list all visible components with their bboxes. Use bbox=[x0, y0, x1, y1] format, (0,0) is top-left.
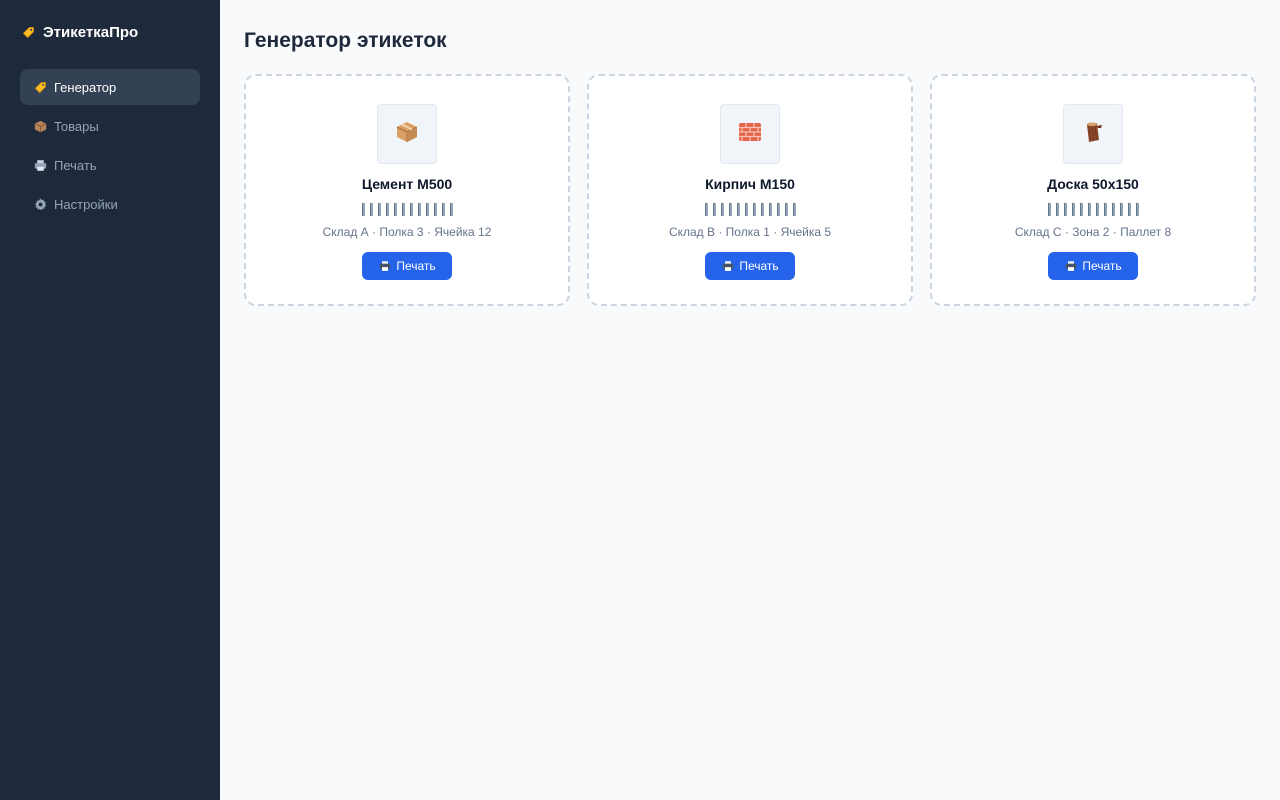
package-icon bbox=[395, 120, 419, 149]
product-thumbnail bbox=[1063, 104, 1123, 164]
printer-icon bbox=[722, 260, 734, 272]
sidebar-item-products[interactable]: Товары bbox=[20, 108, 200, 144]
app-brand[interactable]: ЭтикеткаПро bbox=[20, 20, 200, 44]
product-name: Кирпич М150 bbox=[705, 176, 795, 192]
print-button[interactable]: Печать bbox=[1048, 252, 1138, 280]
sidebar-nav: Генератор Товары Печать Настройки bbox=[20, 69, 200, 222]
gear-icon bbox=[34, 197, 47, 211]
print-button[interactable]: Печать bbox=[362, 252, 452, 280]
barcode bbox=[1047, 203, 1139, 216]
print-button[interactable]: Печать bbox=[705, 252, 795, 280]
printer-icon bbox=[34, 159, 47, 172]
print-button-label: Печать bbox=[739, 259, 779, 273]
tag-icon bbox=[34, 81, 47, 94]
printer-icon bbox=[379, 260, 391, 272]
sidebar-item-label: Генератор bbox=[54, 79, 117, 95]
storage-location: Склад B · Полка 1 · Ячейка 5 bbox=[668, 225, 832, 239]
sidebar: ЭтикеткаПро Генератор Товары Печать Наст… bbox=[0, 0, 220, 800]
product-thumbnail bbox=[377, 104, 437, 164]
main-content: Генератор этикеток Цемент М500 Склад А ·… bbox=[220, 0, 1280, 800]
wood-icon bbox=[1081, 120, 1105, 149]
storage-location: Склад А · Полка 3 · Ячейка 12 bbox=[322, 225, 492, 239]
product-name: Цемент М500 bbox=[361, 176, 453, 192]
print-button-label: Печать bbox=[1082, 259, 1122, 273]
sidebar-item-generator[interactable]: Генератор bbox=[20, 69, 200, 105]
app-name: ЭтикеткаПро bbox=[43, 23, 139, 41]
sidebar-item-label: Товары bbox=[54, 118, 99, 134]
box-icon bbox=[34, 120, 47, 133]
sidebar-item-label: Настройки bbox=[54, 196, 118, 212]
brick-icon bbox=[738, 120, 762, 149]
label-cards: Цемент М500 Склад А · Полка 3 · Ячейка 1… bbox=[244, 74, 1256, 306]
sidebar-item-label: Печать bbox=[54, 157, 97, 173]
sidebar-item-print[interactable]: Печать bbox=[20, 147, 200, 183]
barcode bbox=[361, 203, 453, 216]
product-thumbnail bbox=[720, 104, 780, 164]
print-button-label: Печать bbox=[396, 259, 436, 273]
label-card: Доска 50х150 Склад C · Зона 2 · Паллет 8… bbox=[930, 74, 1256, 306]
printer-icon bbox=[1065, 260, 1077, 272]
tag-icon bbox=[22, 26, 35, 39]
label-card: Цемент М500 Склад А · Полка 3 · Ячейка 1… bbox=[244, 74, 570, 306]
sidebar-item-settings[interactable]: Настройки bbox=[20, 186, 200, 222]
label-card: Кирпич М150 Склад B · Полка 1 · Ячейка 5… bbox=[587, 74, 913, 306]
barcode bbox=[704, 203, 796, 216]
page-title: Генератор этикеток bbox=[244, 29, 447, 52]
product-name: Доска 50х150 bbox=[1047, 176, 1139, 192]
storage-location: Склад C · Зона 2 · Паллет 8 bbox=[1014, 225, 1172, 239]
